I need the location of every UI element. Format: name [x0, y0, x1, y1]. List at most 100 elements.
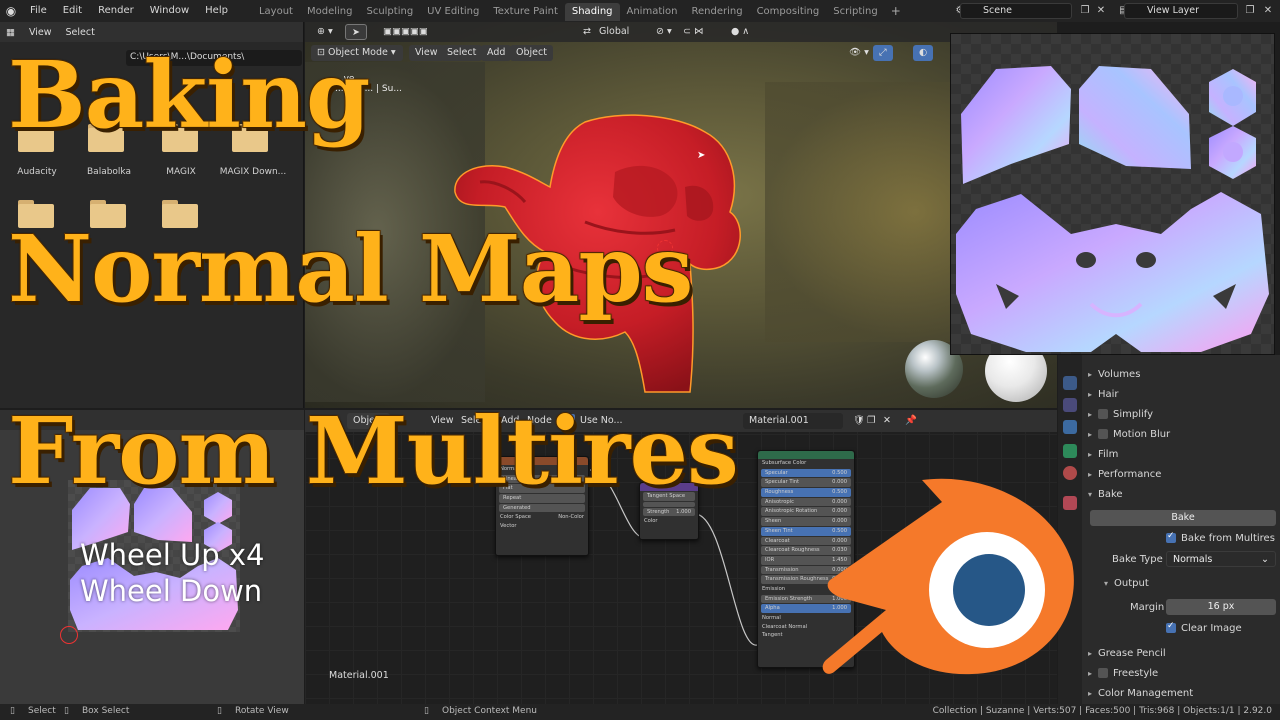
viewport-subheader: ⊡ Object Mode ▾ View Select Add Object 👁… [305, 42, 1057, 64]
bsdf-row-label: Clearcoat [765, 537, 790, 544]
collapse-arrow-icon: ▸ [1087, 429, 1092, 439]
view-layer-field[interactable]: View Layer [1124, 3, 1238, 19]
visibility-icon[interactable]: 👁 ▾ [843, 45, 875, 61]
tab-layout[interactable]: Layout [252, 3, 300, 21]
tab-compositing[interactable]: Compositing [750, 3, 827, 21]
editor-type-icon[interactable]: ⊕ ▾ [311, 24, 339, 40]
section-grease-pencil[interactable]: ▸ Grease Pencil [1082, 643, 1280, 663]
bsdf-row-label: Anisotropic [765, 498, 794, 505]
mouse-drag-icon: ▯ [64, 706, 69, 716]
new-view-layer-icon[interactable]: ❐ [1242, 3, 1258, 19]
pivot-icon[interactable]: ⊘ ▾ [650, 24, 678, 40]
node-row: Color [640, 517, 698, 526]
tab-scripting[interactable]: Scripting [826, 3, 884, 21]
menu-window[interactable]: Window [142, 0, 197, 22]
bsdf-row-label: Transmission Roughness [765, 576, 829, 583]
menu-file[interactable]: File [22, 0, 55, 22]
2d-cursor-icon [60, 626, 78, 644]
section-simplify[interactable]: ▸ Simplify [1082, 404, 1280, 424]
section-bake[interactable]: ▾ Bake [1082, 484, 1280, 504]
section-label: Performance [1098, 468, 1162, 480]
clear-image-checkbox[interactable] [1166, 621, 1176, 633]
scene-field[interactable]: Scene [960, 3, 1072, 19]
simplify-checkbox[interactable] [1098, 409, 1108, 419]
output-subsection[interactable]: ▾ Output [1082, 573, 1280, 593]
gizmo-icon[interactable]: ⤢ [873, 45, 893, 61]
section-volumes[interactable]: ▸ Volumes [1082, 364, 1280, 384]
add-workspace-icon[interactable]: + [885, 4, 907, 18]
viewport-select-menu[interactable]: Select [441, 45, 483, 61]
blender-logo-icon[interactable]: ◉ [0, 0, 22, 22]
clear-image-row[interactable]: Clear Image [1082, 618, 1280, 638]
status-box-select: Box Select [82, 706, 130, 716]
new-scene-icon[interactable]: ❐ [1077, 3, 1093, 19]
margin-field[interactable]: 16 px [1166, 599, 1276, 615]
material-name-label: Material.001 [329, 670, 389, 681]
title-line-3: From Multires [7, 396, 740, 506]
tab-texture-paint[interactable]: Texture Paint [486, 3, 565, 21]
tab-sculpting[interactable]: Sculpting [359, 3, 420, 21]
bsdf-row-label: Sheen Tint [765, 527, 793, 534]
fb-select-menu[interactable]: Select [66, 27, 95, 38]
editor-type-icon[interactable]: ▦ [6, 27, 15, 38]
bake-from-multires-row[interactable]: Bake from Multires [1082, 528, 1280, 548]
folder-label: Balabolka [87, 167, 131, 177]
bake-type-value: Normals [1173, 554, 1213, 565]
viewport-view-menu[interactable]: View [409, 45, 444, 61]
section-film[interactable]: ▸ Film [1082, 444, 1280, 464]
data-tab-icon[interactable] [1063, 444, 1077, 458]
viewport-add-menu[interactable]: Add [481, 45, 512, 61]
collapse-arrow-icon: ▸ [1087, 409, 1092, 419]
section-performance[interactable]: ▸ Performance [1082, 464, 1280, 484]
section-motion-blur[interactable]: ▸ Motion Blur [1082, 424, 1280, 444]
tab-modeling[interactable]: Modeling [300, 3, 360, 21]
expand-arrow-icon: ▾ [1103, 578, 1108, 588]
node-row-label: Vector [500, 523, 517, 530]
strength-field[interactable]: Strength 1.000 [643, 507, 695, 517]
section-label: Film [1098, 448, 1119, 460]
bake-button-label: Bake [1171, 512, 1195, 523]
section-label: Bake [1098, 488, 1123, 500]
bake-from-multires-label: Bake from Multires [1181, 532, 1275, 544]
delete-scene-icon[interactable]: ✕ [1093, 3, 1109, 19]
snap-icon[interactable]: ⊂ ⋈ [677, 24, 709, 40]
section-label: Motion Blur [1113, 428, 1171, 440]
delete-view-layer-icon[interactable]: ✕ [1260, 3, 1276, 19]
bsdf-row-label: Clearcoat Roughness [765, 547, 820, 554]
selection-mode-icon[interactable]: ▣▣▣▣▣ [377, 24, 434, 40]
baked-normal-map-preview [950, 33, 1275, 355]
freestyle-checkbox[interactable] [1098, 668, 1108, 678]
section-hair[interactable]: ▸ Hair [1082, 384, 1280, 404]
proportional-edit-icon[interactable]: ● ∧ [725, 24, 755, 40]
bake-type-dropdown[interactable]: Normals ⌄ [1166, 551, 1276, 567]
viewport-header: ⊕ ▾ ➤ ▣▣▣▣▣ ⇄ Global ⊘ ▾ ⊂ ⋈ ● ∧ [305, 22, 1057, 42]
title-line-2: Normal Maps [7, 214, 694, 324]
transform-orientation-field[interactable]: Global [593, 24, 635, 40]
motion-blur-checkbox[interactable] [1098, 429, 1108, 439]
world-tab-icon[interactable] [1063, 376, 1077, 390]
fb-view-menu[interactable]: View [29, 27, 52, 38]
section-freestyle[interactable]: ▸ Freestyle [1082, 663, 1280, 683]
status-bar: ▯ Select ▯ Box Select ▯ Rotate View ▯ Ob… [0, 704, 1280, 720]
tab-shading[interactable]: Shading [564, 3, 620, 21]
folder-label: MAGIX [166, 167, 196, 177]
object-tab-icon[interactable] [1063, 398, 1077, 412]
menu-edit[interactable]: Edit [55, 0, 90, 22]
tab-uv-editing[interactable]: UV Editing [420, 3, 486, 21]
bake-button[interactable]: Bake [1090, 510, 1276, 526]
tab-rendering[interactable]: Rendering [684, 3, 749, 21]
menu-render[interactable]: Render [90, 0, 142, 22]
bake-from-multires-checkbox[interactable] [1166, 531, 1176, 543]
top-bar: ◉ File Edit Render Window Help Layout Mo… [0, 0, 1280, 22]
menu-help[interactable]: Help [197, 0, 236, 22]
section-color-management[interactable]: ▸ Color Management [1082, 683, 1280, 703]
bsdf-row-label: Normal [762, 615, 781, 621]
tab-animation[interactable]: Animation [620, 3, 685, 21]
modifier-tab-icon[interactable] [1063, 420, 1077, 434]
select-tool-icon[interactable]: ➤ [345, 24, 367, 40]
mouse-middle-icon: ▯ [217, 706, 222, 716]
collapse-arrow-icon: ▸ [1087, 389, 1092, 399]
node-row-value: Non-Color [558, 514, 584, 521]
viewport-object-menu[interactable]: Object [510, 45, 553, 61]
overlay-icon[interactable]: ◐ [913, 45, 934, 61]
